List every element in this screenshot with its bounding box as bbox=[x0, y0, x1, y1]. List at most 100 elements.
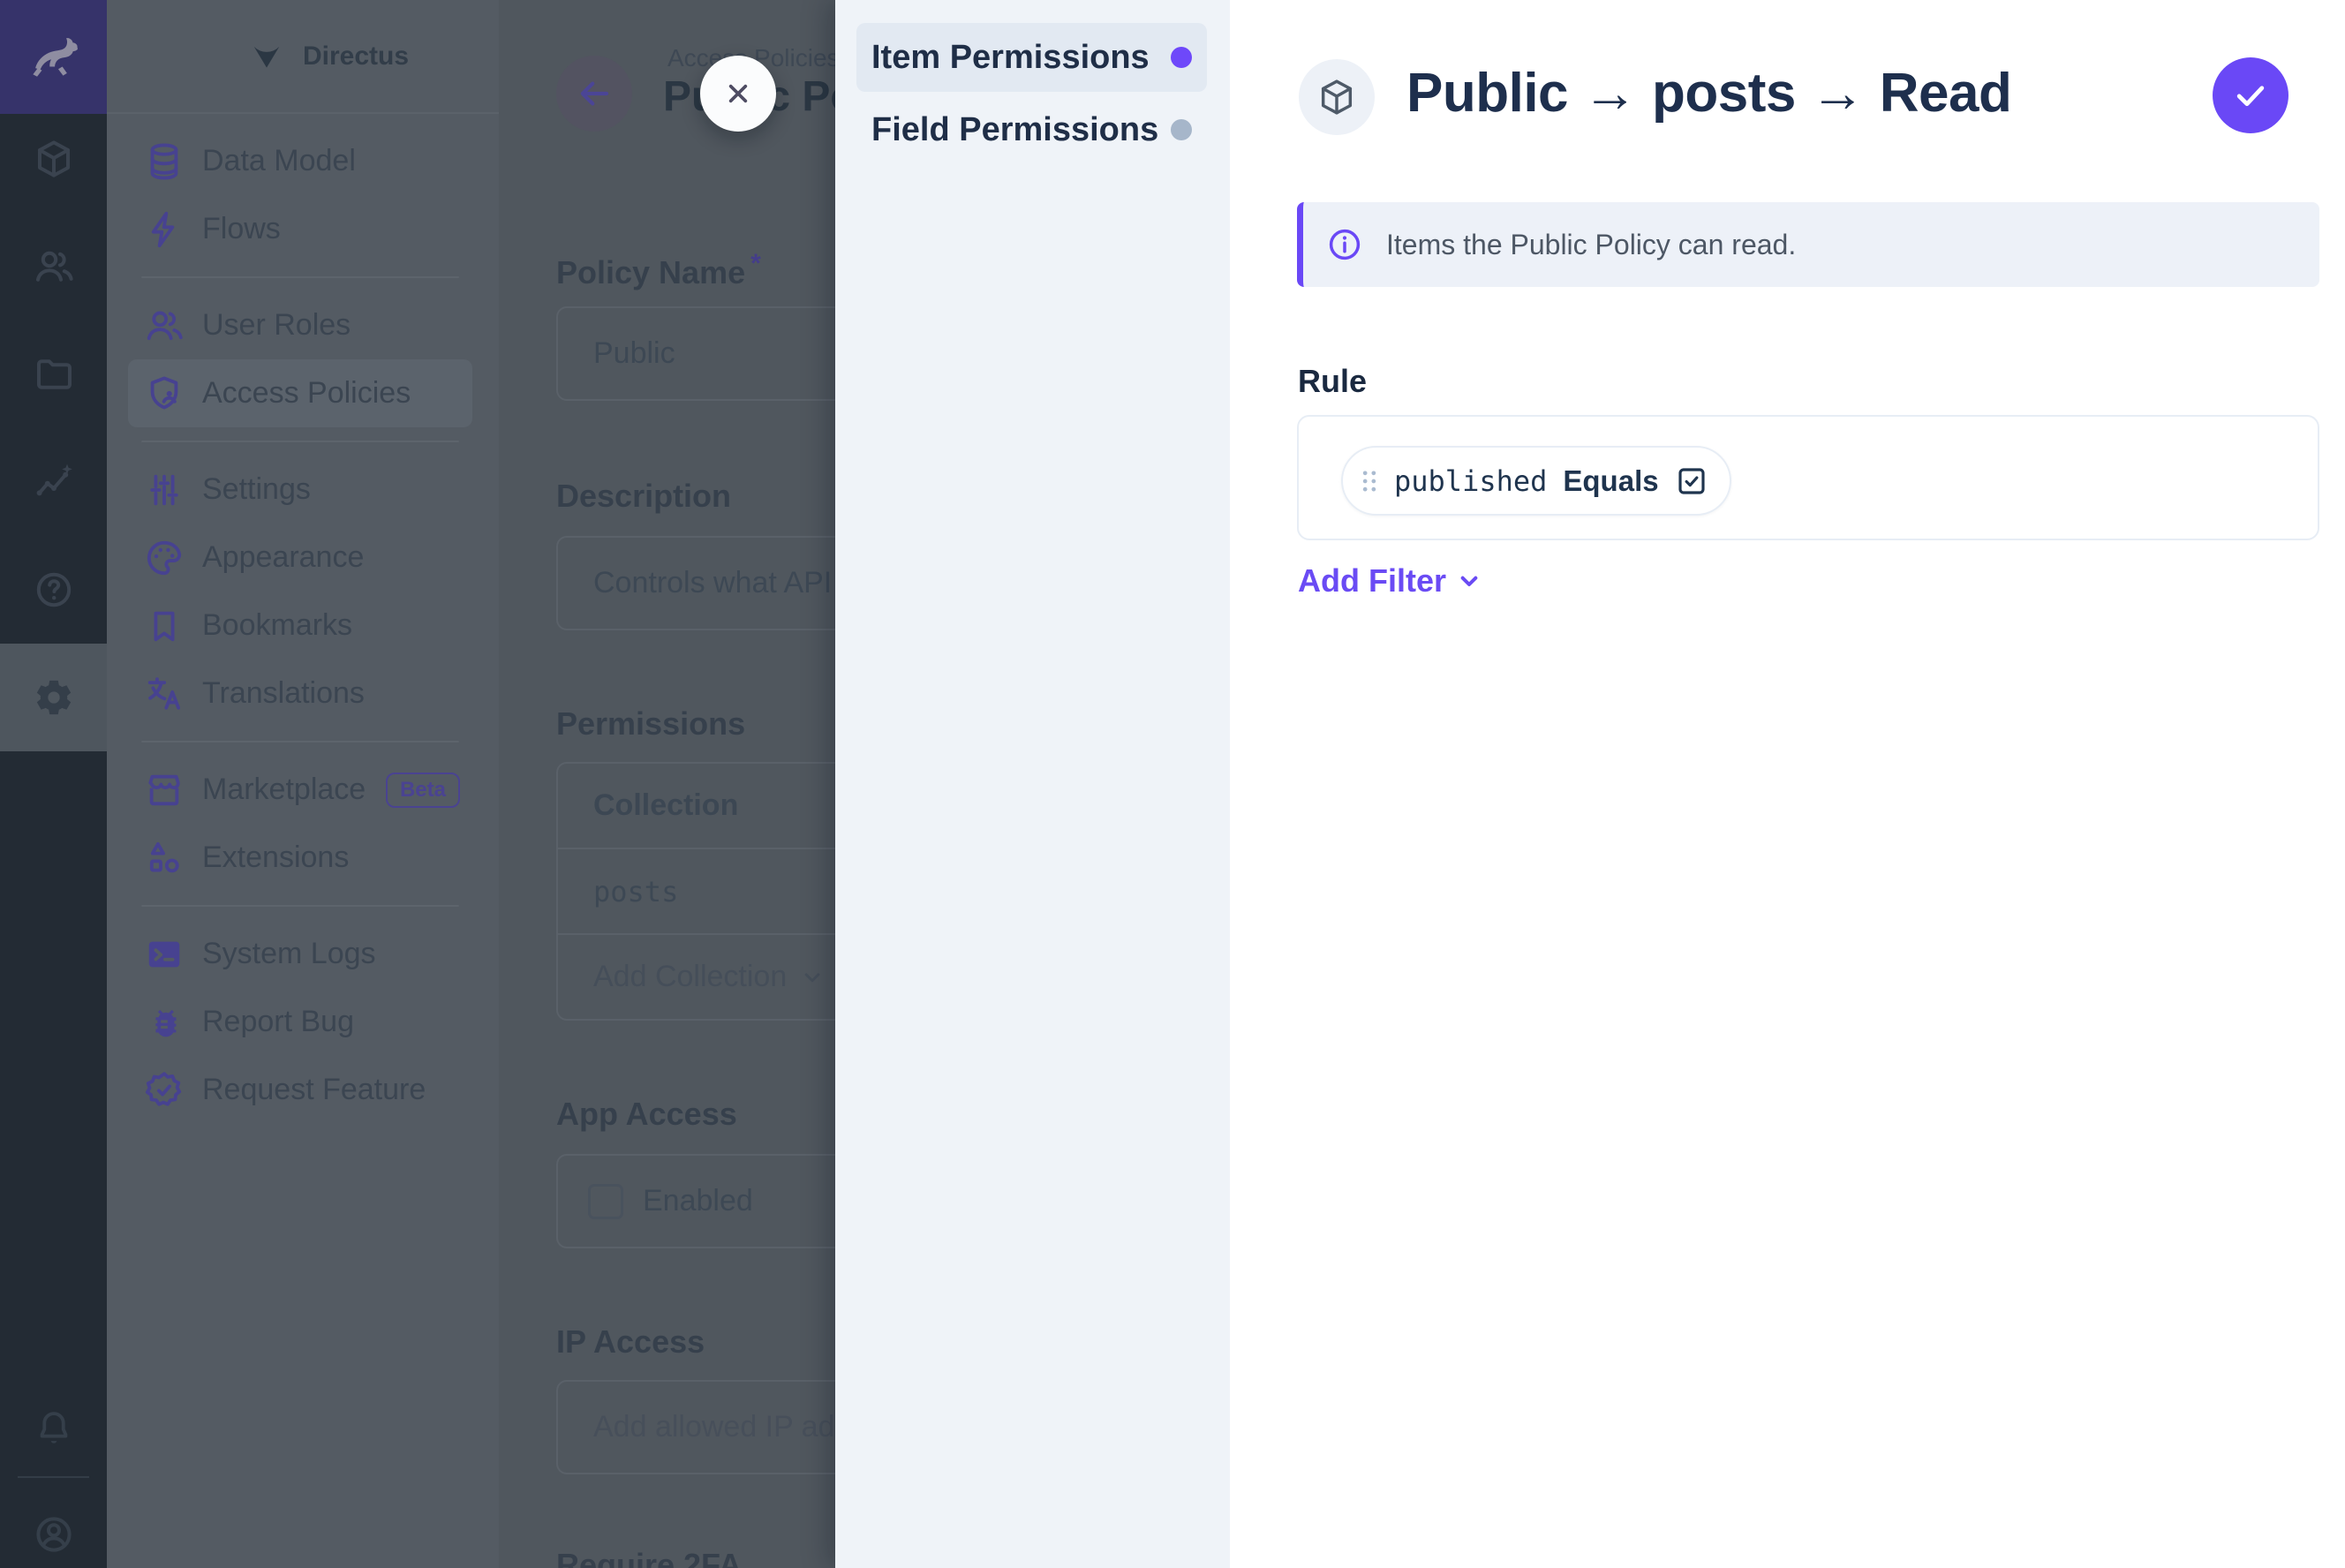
bookmark-icon bbox=[144, 606, 185, 646]
sidebar-item-label: Extensions bbox=[202, 841, 349, 875]
sidebar-item-extensions[interactable]: Extensions bbox=[128, 824, 472, 892]
sidebar-item-label: Request Feature bbox=[202, 1073, 426, 1107]
project-header[interactable]: Directus bbox=[107, 0, 499, 114]
directus-app: Directus Data Model Flows bbox=[0, 0, 2345, 1568]
shield-person-icon bbox=[144, 373, 185, 414]
sidebar-item-label: System Logs bbox=[202, 937, 376, 971]
box-icon bbox=[1316, 77, 1357, 117]
info-banner: Items the Public Policy can read. bbox=[1297, 202, 2319, 287]
sidebar-item-report-bug[interactable]: Report Bug bbox=[128, 988, 472, 1056]
save-button[interactable] bbox=[2213, 57, 2288, 133]
storefront-icon bbox=[144, 770, 185, 810]
back-button[interactable] bbox=[556, 56, 632, 132]
module-help[interactable] bbox=[0, 536, 107, 644]
enabled-label: Enabled bbox=[643, 1184, 753, 1218]
ip-access-label: IP Access bbox=[556, 1323, 705, 1361]
nav-divider bbox=[141, 276, 459, 278]
filter-pill[interactable]: published Equals bbox=[1341, 446, 1731, 516]
app-access-label: App Access bbox=[556, 1096, 737, 1133]
close-icon bbox=[720, 76, 756, 111]
drawer-title: Public → posts → Read bbox=[1406, 62, 2011, 124]
help-icon bbox=[33, 569, 75, 611]
sidebar-item-access-policies[interactable]: Access Policies bbox=[128, 359, 472, 427]
info-icon bbox=[1326, 226, 1363, 263]
chevron-down-icon bbox=[799, 964, 826, 991]
sidebar-item-appearance[interactable]: Appearance bbox=[128, 524, 472, 592]
bell-icon bbox=[34, 1408, 74, 1449]
module-insights[interactable] bbox=[0, 428, 107, 536]
check-icon bbox=[2231, 76, 2270, 115]
rosette-check-icon bbox=[144, 1070, 185, 1111]
shapes-icon bbox=[144, 838, 185, 878]
rabbit-logo-icon bbox=[25, 28, 83, 87]
user-menu-button[interactable] bbox=[0, 1481, 107, 1568]
sidebar-item-label: Settings bbox=[202, 472, 311, 507]
sidebar-item-bookmarks[interactable]: Bookmarks bbox=[128, 592, 472, 660]
drag-handle-icon[interactable] bbox=[1361, 469, 1378, 494]
sidebar-item-label: Translations bbox=[202, 676, 365, 711]
sidebar-item-data-model[interactable]: Data Model bbox=[128, 127, 472, 195]
sidebar-item-user-roles[interactable]: User Roles bbox=[128, 291, 472, 359]
tab-label: Item Permissions bbox=[871, 39, 1150, 77]
add-filter-button[interactable]: Add Filter bbox=[1298, 562, 1483, 599]
ip-access-placeholder: Add allowed IP addr bbox=[558, 1410, 862, 1444]
sidebar-item-translations[interactable]: Translations bbox=[128, 660, 472, 727]
insights-icon bbox=[33, 461, 75, 503]
directus-fan-icon bbox=[250, 40, 283, 73]
account-icon bbox=[33, 1513, 75, 1556]
directus-logo[interactable] bbox=[0, 0, 107, 114]
beta-badge: Beta bbox=[386, 773, 460, 808]
status-dot-inactive bbox=[1171, 119, 1192, 140]
tab-item-permissions[interactable]: Item Permissions bbox=[856, 23, 1207, 92]
translate-icon bbox=[144, 674, 185, 714]
nav-divider bbox=[141, 905, 459, 907]
people-icon bbox=[33, 245, 75, 288]
sidebar-item-label: Marketplace bbox=[202, 773, 366, 807]
bolt-icon bbox=[144, 209, 185, 250]
description-label: Description bbox=[556, 478, 731, 515]
terminal-icon bbox=[144, 934, 185, 975]
bug-icon bbox=[144, 1002, 185, 1043]
module-bar bbox=[0, 0, 107, 1568]
sidebar-item-label: Bookmarks bbox=[202, 608, 352, 643]
policy-name-value: Public bbox=[558, 336, 675, 371]
arrow-left-icon bbox=[576, 75, 613, 112]
module-content[interactable] bbox=[0, 105, 107, 213]
sidebar-item-system-logs[interactable]: System Logs bbox=[128, 920, 472, 988]
rule-box: published Equals bbox=[1297, 415, 2319, 540]
drawer-header-icon-circle bbox=[1299, 59, 1375, 135]
module-settings[interactable] bbox=[0, 644, 107, 751]
require-2fa-label: Require 2FA bbox=[556, 1547, 742, 1568]
nav-divider bbox=[141, 441, 459, 442]
module-files[interactable] bbox=[0, 320, 107, 428]
module-users[interactable] bbox=[0, 213, 107, 320]
drawer-nav: Item Permissions Field Permissions bbox=[835, 0, 1230, 1568]
chevron-down-icon bbox=[1455, 567, 1483, 595]
drawer-content: Public → posts → Read Items the Public P… bbox=[1230, 0, 2345, 1568]
palette-icon bbox=[144, 538, 185, 578]
database-icon bbox=[144, 141, 185, 182]
sidebar-item-flows[interactable]: Flows bbox=[128, 195, 472, 263]
nav-divider bbox=[141, 741, 459, 743]
sidebar-item-label: User Roles bbox=[202, 308, 351, 343]
required-mark: * bbox=[750, 249, 761, 278]
settings-nav: Directus Data Model Flows bbox=[107, 0, 499, 1568]
gear-icon bbox=[32, 675, 76, 720]
enabled-checkbox[interactable] bbox=[588, 1184, 623, 1219]
banner-text: Items the Public Policy can read. bbox=[1386, 229, 1796, 261]
sidebar-item-settings[interactable]: Settings bbox=[128, 456, 472, 524]
sidebar-item-label: Appearance bbox=[202, 540, 364, 575]
filter-operator[interactable]: Equals bbox=[1563, 464, 1658, 498]
notifications-button[interactable] bbox=[0, 1375, 107, 1482]
box-icon bbox=[33, 138, 75, 180]
sidebar-item-marketplace[interactable]: Marketplace Beta bbox=[128, 756, 472, 824]
checked-checkbox-icon[interactable] bbox=[1675, 464, 1708, 498]
tab-field-permissions[interactable]: Field Permissions bbox=[856, 95, 1207, 164]
close-drawer-button[interactable] bbox=[700, 56, 776, 132]
sidebar-item-label: Flows bbox=[202, 212, 281, 246]
project-name: Directus bbox=[303, 41, 409, 72]
filter-field[interactable]: published bbox=[1394, 464, 1547, 498]
sidebar-item-request-feature[interactable]: Request Feature bbox=[128, 1056, 472, 1124]
rule-label: Rule bbox=[1298, 363, 1367, 400]
tab-label: Field Permissions bbox=[871, 111, 1158, 149]
